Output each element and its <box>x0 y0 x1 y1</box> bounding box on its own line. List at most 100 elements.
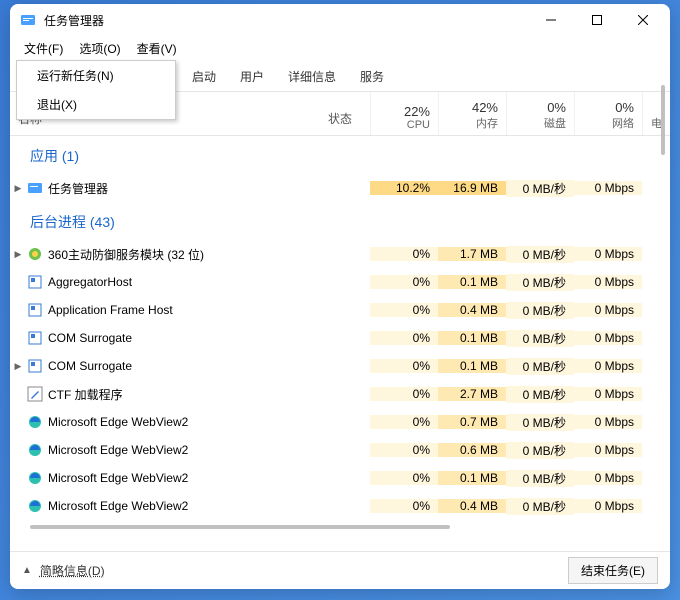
process-list[interactable]: 应用 (1) ▶ 任务管理器 10.2% 16.9 MB 0 MB/秒 0 Mb… <box>10 136 670 551</box>
process-row[interactable]: CTF 加载程序 0% 2.7 MB 0 MB/秒 0 Mbps <box>10 380 670 408</box>
process-row[interactable]: ▶ COM Surrogate 0% 0.1 MB 0 MB/秒 0 Mbps <box>10 352 670 380</box>
col-memory[interactable]: 42%内存 <box>438 92 506 135</box>
cell-cpu: 0% <box>370 331 438 345</box>
process-row[interactable]: AggregatorHost 0% 0.1 MB 0 MB/秒 0 Mbps <box>10 268 670 296</box>
cell-mem: 2.7 MB <box>438 387 506 401</box>
cell-net: 0 Mbps <box>574 443 642 457</box>
generic-app-icon <box>26 302 44 318</box>
cell-mem: 0.4 MB <box>438 303 506 317</box>
tab-details[interactable]: 详细信息 <box>276 62 348 91</box>
process-name: Microsoft Edge WebView2 <box>48 415 370 429</box>
mem-usage-pct: 42% <box>472 100 498 115</box>
generic-app-icon <box>26 274 44 290</box>
app-icon <box>20 12 36 28</box>
generic-app-icon <box>26 330 44 346</box>
chevron-right-icon[interactable]: ▶ <box>10 249 26 260</box>
cell-net: 0 Mbps <box>574 387 642 401</box>
cell-net: 0 Mbps <box>574 331 642 345</box>
cell-cpu: 0% <box>370 247 438 261</box>
cell-mem: 0.6 MB <box>438 443 506 457</box>
cell-disk: 0 MB/秒 <box>506 498 574 515</box>
cell-cpu: 10.2% <box>370 181 438 195</box>
process-name: COM Surrogate <box>48 331 370 345</box>
end-task-button[interactable]: 结束任务(E) <box>568 557 658 584</box>
edge-icon <box>26 498 44 514</box>
cell-net: 0 Mbps <box>574 275 642 289</box>
process-name: Microsoft Edge WebView2 <box>48 443 370 457</box>
scroll-thumb[interactable] <box>30 525 450 529</box>
cell-cpu: 0% <box>370 275 438 289</box>
minimize-button[interactable] <box>528 4 574 36</box>
vertical-scrollbar[interactable] <box>656 81 670 551</box>
cell-cpu: 0% <box>370 387 438 401</box>
cell-net: 0 Mbps <box>574 471 642 485</box>
tab-users[interactable]: 用户 <box>228 62 276 91</box>
menu-options[interactable]: 选项(O) <box>71 38 128 59</box>
edge-icon <box>26 414 44 430</box>
footer-bar: ▲ 简略信息(D) 结束任务(E) <box>10 551 670 589</box>
cell-disk: 0 MB/秒 <box>506 442 574 459</box>
cell-mem: 0.1 MB <box>438 275 506 289</box>
tab-services[interactable]: 服务 <box>348 62 396 91</box>
process-row[interactable]: Microsoft Edge WebView2 0% 0.4 MB 0 MB/秒… <box>10 492 670 520</box>
maximize-button[interactable] <box>574 4 620 36</box>
fewer-details-link[interactable]: 简略信息(D) <box>40 562 105 579</box>
section-background: 后台进程 (43) <box>10 202 670 240</box>
col-disk[interactable]: 0%磁盘 <box>506 92 574 135</box>
col-cpu[interactable]: 22%CPU <box>370 92 438 135</box>
net-usage-pct: 0% <box>615 100 634 115</box>
cell-mem: 0.4 MB <box>438 499 506 513</box>
cell-cpu: 0% <box>370 471 438 485</box>
app-icon <box>26 180 44 196</box>
cell-disk: 0 MB/秒 <box>506 274 574 291</box>
cell-cpu: 0% <box>370 415 438 429</box>
horizontal-scrollbar[interactable] <box>10 520 670 534</box>
shield-icon <box>26 246 44 262</box>
cell-disk: 0 MB/秒 <box>506 358 574 375</box>
edge-icon <box>26 442 44 458</box>
process-row[interactable]: Application Frame Host 0% 0.4 MB 0 MB/秒 … <box>10 296 670 324</box>
cell-mem: 0.1 MB <box>438 359 506 373</box>
process-row[interactable]: Microsoft Edge WebView2 0% 0.7 MB 0 MB/秒… <box>10 408 670 436</box>
chevron-right-icon[interactable]: ▶ <box>10 361 26 372</box>
generic-app-icon <box>26 358 44 374</box>
process-row[interactable]: COM Surrogate 0% 0.1 MB 0 MB/秒 0 Mbps <box>10 324 670 352</box>
cell-disk: 0 MB/秒 <box>506 386 574 403</box>
window-controls <box>528 4 666 36</box>
process-row[interactable]: ▶ 360主动防御服务模块 (32 位) 0% 1.7 MB 0 MB/秒 0 … <box>10 240 670 268</box>
cell-disk: 0 MB/秒 <box>506 246 574 263</box>
file-dropdown: 运行新任务(N) 退出(X) <box>16 60 176 120</box>
process-name: AggregatorHost <box>48 275 370 289</box>
menu-file[interactable]: 文件(F) <box>16 38 71 59</box>
cell-cpu: 0% <box>370 303 438 317</box>
process-row[interactable]: Microsoft Edge WebView2 0% 0.1 MB 0 MB/秒… <box>10 464 670 492</box>
titlebar[interactable]: 任务管理器 <box>10 4 670 36</box>
chevron-right-icon[interactable]: ▶ <box>10 183 26 194</box>
cell-net: 0 Mbps <box>574 181 642 195</box>
col-network[interactable]: 0%网络 <box>574 92 642 135</box>
process-name: 任务管理器 <box>48 180 370 197</box>
process-name: Application Frame Host <box>48 303 370 317</box>
cell-disk: 0 MB/秒 <box>506 330 574 347</box>
process-name: Microsoft Edge WebView2 <box>48 471 370 485</box>
col-status[interactable]: 状态 <box>310 92 370 135</box>
cell-net: 0 Mbps <box>574 303 642 317</box>
section-apps: 应用 (1) <box>10 136 670 174</box>
tab-startup[interactable]: 启动 <box>180 62 228 91</box>
chevron-up-icon[interactable]: ▲ <box>22 565 32 576</box>
cell-disk: 0 MB/秒 <box>506 470 574 487</box>
disk-usage-pct: 0% <box>547 100 566 115</box>
process-row[interactable]: Microsoft Edge WebView2 0% 0.6 MB 0 MB/秒… <box>10 436 670 464</box>
scroll-thumb[interactable] <box>661 85 665 155</box>
edge-icon <box>26 470 44 486</box>
dropdown-run-new-task[interactable]: 运行新任务(N) <box>17 61 175 90</box>
window-title: 任务管理器 <box>44 12 528 29</box>
menu-view[interactable]: 查看(V) <box>129 38 185 59</box>
dropdown-exit[interactable]: 退出(X) <box>17 90 175 119</box>
process-row[interactable]: ▶ 任务管理器 10.2% 16.9 MB 0 MB/秒 0 Mbps <box>10 174 670 202</box>
close-button[interactable] <box>620 4 666 36</box>
process-name: Microsoft Edge WebView2 <box>48 499 370 513</box>
task-manager-window: 任务管理器 文件(F) 选项(O) 查看(V) 运行新任务(N) 退出(X) 启… <box>10 4 670 589</box>
cell-disk: 0 MB/秒 <box>506 414 574 431</box>
cpu-usage-pct: 22% <box>404 104 430 119</box>
